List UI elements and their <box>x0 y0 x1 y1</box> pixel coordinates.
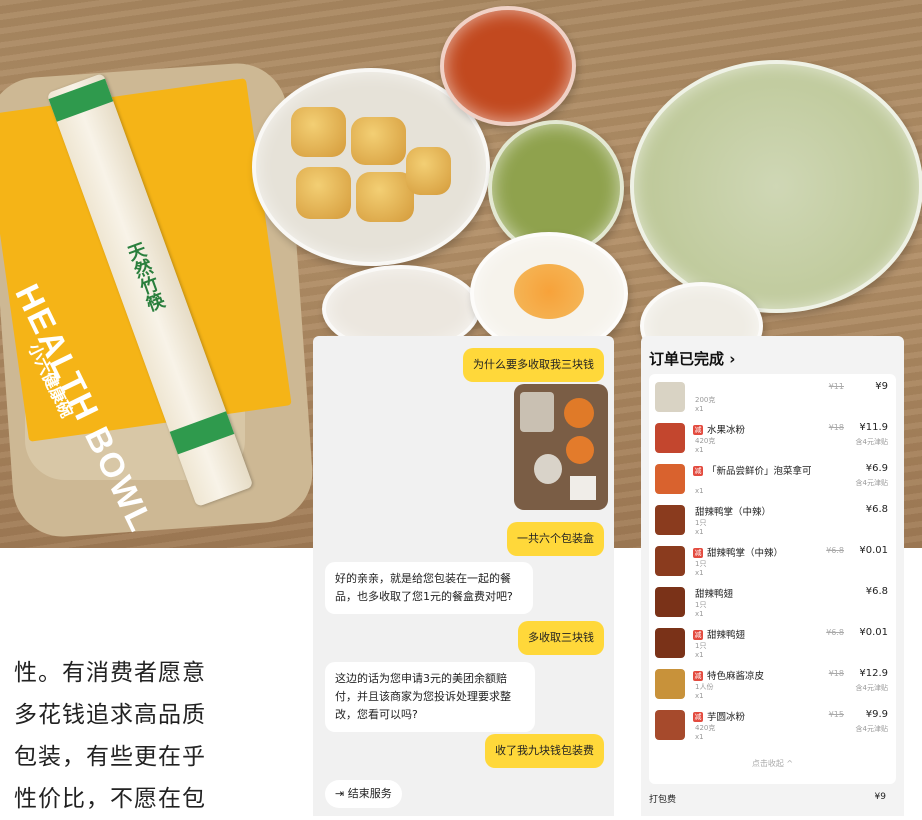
salad-container <box>630 60 922 313</box>
item-spec: 1只 <box>695 601 707 609</box>
item-name: 水果冰粉 <box>707 425 746 436</box>
chat-message-me: 收了我九块钱包装费 <box>485 734 604 768</box>
packaging-fee-value: ¥9 <box>874 792 886 802</box>
article-line: 多花钱追求高品质 <box>14 702 206 728</box>
order-item[interactable]: 减芋圆冰粉 420克 x1 ¥15 ¥9.9 含4元津贴 <box>649 708 896 752</box>
item-thumbnail <box>655 423 685 453</box>
item-thumbnail <box>655 628 685 658</box>
item-original-price: ¥18 <box>828 669 844 678</box>
item-spec: 1只 <box>695 642 707 650</box>
order-item[interactable]: 减水果冰粉 420克 x1 ¥18 ¥11.9 含4元津贴 <box>649 421 896 465</box>
item-thumbnail <box>655 382 685 412</box>
chat-message-me: 多收取三块钱 <box>518 621 604 655</box>
item-original-price: ¥6.8 <box>826 628 844 637</box>
order-item[interactable]: 200克 x1 ¥11 ¥9 <box>649 380 896 424</box>
chat-photo-attachment[interactable] <box>514 384 608 510</box>
item-spec: 1人份 <box>695 683 714 691</box>
article-text: 性。有消费者愿意 多花钱追求高品质 包装，有些更在乎 性价比，不愿在包 <box>14 652 246 820</box>
item-name: 甜辣鸭翅 <box>695 589 734 600</box>
exit-icon: ⇥ <box>335 787 345 800</box>
item-qty: x1 <box>695 446 704 454</box>
item-price: ¥12.9 <box>859 668 888 679</box>
item-qty: x1 <box>695 692 704 700</box>
discount-tag-icon: 减 <box>693 630 703 640</box>
item-thumbnail <box>655 710 685 740</box>
discount-tag-icon: 减 <box>693 425 703 435</box>
discount-tag-icon: 减 <box>693 548 703 558</box>
chat-message-agent: 这边的话为您申请3元的美团余额赔付，并且该商家为您投诉处理要求整改，您看可以吗? <box>325 662 535 732</box>
item-name: 甜辣鸭掌（中辣） <box>707 548 784 559</box>
packaging-fee-label: 打包费 <box>649 795 677 805</box>
item-price: ¥11.9 <box>859 422 888 433</box>
item-qty: x1 <box>695 733 704 741</box>
item-price: ¥0.01 <box>859 545 888 556</box>
order-item[interactable]: 甜辣鸭掌（中辣） 1只 x1 ¥6.8 <box>649 503 896 547</box>
item-name: 芋圆冰粉 <box>707 712 746 723</box>
item-qty: x1 <box>695 528 704 536</box>
discount-tag-icon: 减 <box>693 671 703 681</box>
item-price: ¥9.9 <box>865 709 888 720</box>
item-original-price: ¥11 <box>828 382 844 391</box>
item-subsidy-note: 含4元津贴 <box>855 479 888 487</box>
item-qty: x1 <box>695 405 704 413</box>
end-service-button[interactable]: ⇥ 结束服务 <box>325 780 402 808</box>
article-line: 包装，有些更在乎 <box>14 744 206 770</box>
item-name: 甜辣鸭掌（中辣） <box>695 507 772 518</box>
end-service-label: 结束服务 <box>347 787 392 800</box>
chat-message-me: 一共六个包装盒 <box>507 522 604 556</box>
item-spec: 1只 <box>695 560 707 568</box>
order-details: 订单已完成 › 点击收起 ^ 200克 x1 ¥11 ¥9 减水果冰粉 420克 x1 ¥18… <box>641 336 904 816</box>
item-original-price: ¥18 <box>828 423 844 432</box>
item-original-price: ¥6.8 <box>826 546 844 555</box>
item-thumbnail <box>655 464 685 494</box>
item-qty: x1 <box>695 610 704 618</box>
chili-sauce-container <box>440 6 576 126</box>
order-item[interactable]: 减甜辣鸭掌（中辣） 1只 x1 ¥6.8 ¥0.01 <box>649 544 896 588</box>
item-spec: 200克 <box>695 396 716 404</box>
item-spec: 420克 <box>695 724 716 732</box>
item-qty: x1 <box>695 569 704 577</box>
discount-tag-icon: 减 <box>693 466 703 476</box>
collapse-toggle[interactable]: 点击收起 ^ <box>649 758 896 769</box>
item-price: ¥6.8 <box>865 586 888 597</box>
item-price: ¥9 <box>875 381 888 392</box>
order-item[interactable]: 减特色麻酱凉皮 1人份 x1 ¥18 ¥12.9 含4元津贴 <box>649 667 896 711</box>
item-name: 特色麻酱凉皮 <box>707 671 765 682</box>
item-price: ¥6.9 <box>865 463 888 474</box>
item-qty: x1 <box>695 487 704 495</box>
order-status-title[interactable]: 订单已完成 › <box>649 348 735 369</box>
item-subsidy-note: 含4元津贴 <box>855 725 888 733</box>
item-thumbnail <box>655 546 685 576</box>
item-spec: 1只 <box>695 519 707 527</box>
article-line: 性。有消费者愿意 <box>14 660 206 686</box>
item-subsidy-note: 含4元津贴 <box>855 684 888 692</box>
item-price: ¥6.8 <box>865 504 888 515</box>
item-original-price: ¥15 <box>828 710 844 719</box>
egg-yolk <box>514 264 584 319</box>
order-item[interactable]: 减甜辣鸭翅 1只 x1 ¥6.8 ¥0.01 <box>649 626 896 670</box>
packaging-fee-row: 打包费 ¥9 <box>649 792 896 805</box>
item-name: 甜辣鸭翅 <box>707 630 746 641</box>
discount-tag-icon: 减 <box>693 712 703 722</box>
order-item[interactable]: 减「新品尝鲜价」泡菜拿可 x1 ¥6.9 含4元津贴 <box>649 462 896 506</box>
item-price: ¥0.01 <box>859 627 888 638</box>
item-spec: 420克 <box>695 437 716 445</box>
chopsticks-label: 天然竹筷 <box>122 239 167 315</box>
order-items-panel: 点击收起 ^ 200克 x1 ¥11 ¥9 减水果冰粉 420克 x1 ¥18 ¥11.9 含4元… <box>649 374 896 784</box>
item-thumbnail <box>655 669 685 699</box>
item-thumbnail <box>655 587 685 617</box>
chat-message-me: 为什么要多收取我三块钱 <box>463 348 604 382</box>
item-thumbnail <box>655 505 685 535</box>
order-item[interactable]: 甜辣鸭翅 1只 x1 ¥6.8 <box>649 585 896 629</box>
article-line: 性价比，不愿在包 <box>14 786 206 812</box>
item-subsidy-note: 含4元津贴 <box>855 438 888 446</box>
chat-message-agent: 好的亲亲，就是给您包装在一起的餐品，也多收取了您1元的餐盒费对吧? <box>325 562 533 614</box>
item-qty: x1 <box>695 651 704 659</box>
item-name: 「新品尝鲜价」泡菜拿可 <box>707 466 812 477</box>
customer-service-chat: 为什么要多收取我三块钱 一共六个包装盒 好的亲亲，就是给您包装在一起的餐品，也多… <box>313 336 614 816</box>
